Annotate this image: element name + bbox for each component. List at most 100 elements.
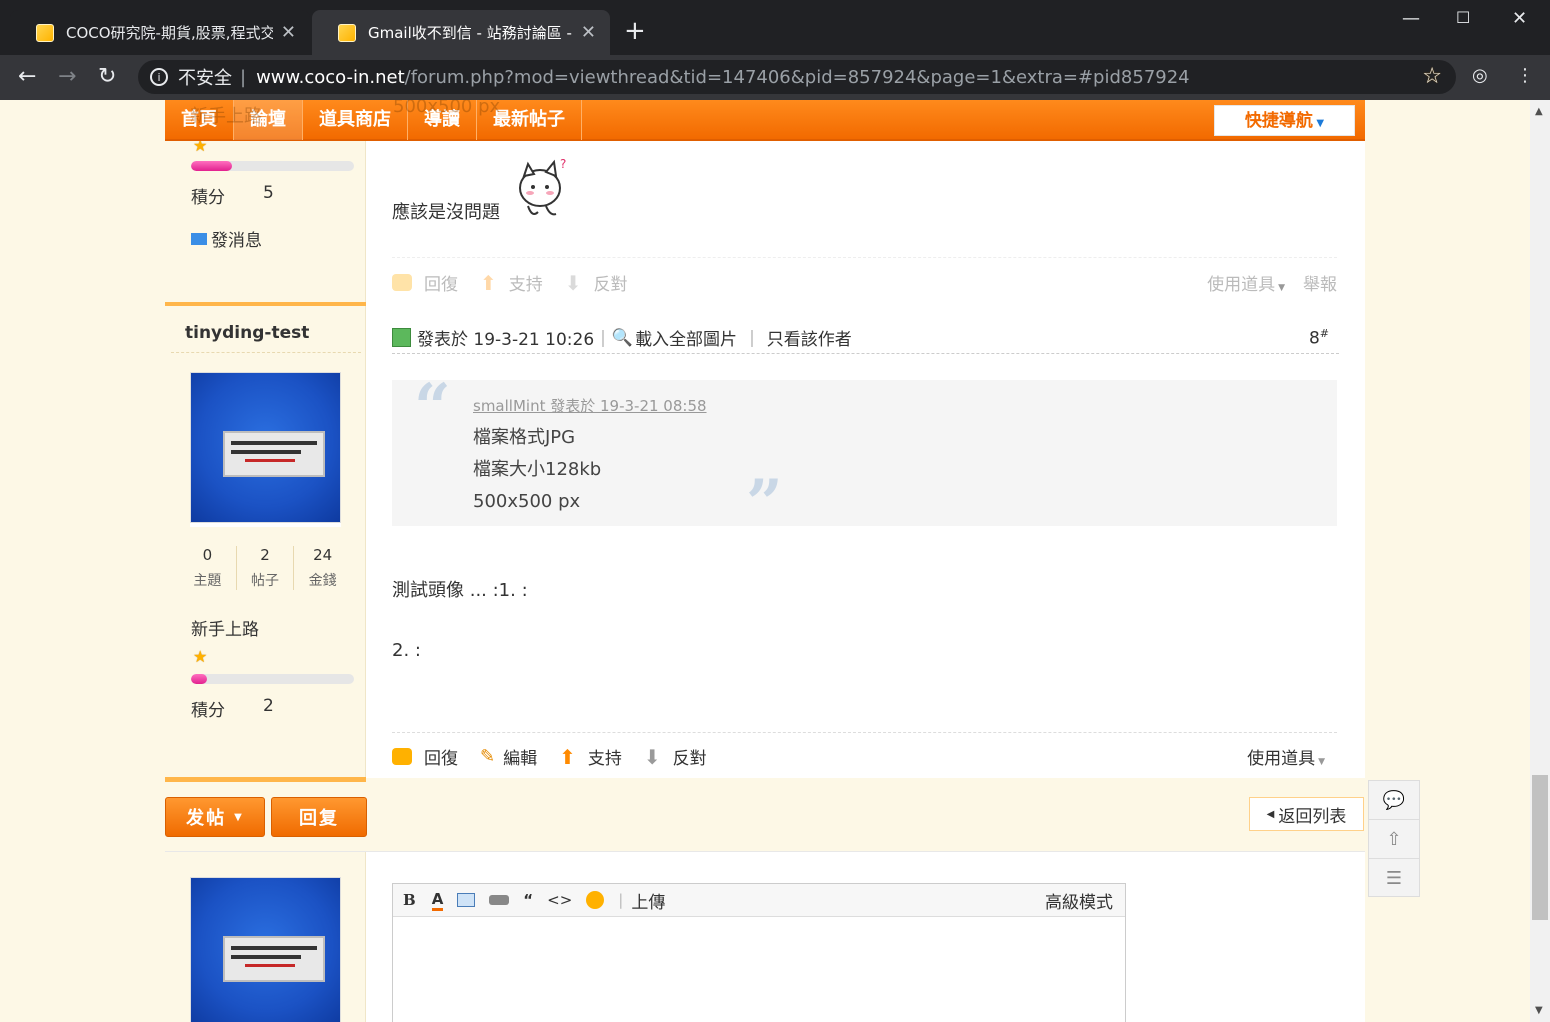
- forward-arrow-icon[interactable]: →: [58, 63, 76, 91]
- close-tab-icon[interactable]: ✕: [281, 22, 296, 43]
- close-tab-icon[interactable]: ✕: [581, 22, 596, 43]
- avatar-line: [231, 441, 317, 445]
- quick-nav-button[interactable]: 快捷導航 ▼: [1214, 105, 1355, 136]
- divider: [392, 732, 1337, 733]
- editor-textarea[interactable]: [393, 917, 1125, 1022]
- points-progress: [191, 161, 354, 171]
- upload-button[interactable]: 上傳: [631, 888, 665, 913]
- page-scrollbar[interactable]: ▲ ▼: [1530, 100, 1550, 1022]
- author-name[interactable]: tinyding-test: [185, 323, 309, 343]
- separator: |: [618, 891, 624, 909]
- oppose-action[interactable]: ⬇ 反對: [644, 744, 707, 770]
- use-item-label: 使用道具: [1207, 275, 1276, 295]
- stat-label: 主題: [193, 573, 222, 589]
- post-separator-bar: [165, 777, 366, 782]
- thumb-up-arrow-icon: ⬆: [559, 744, 576, 769]
- nav-ghost-text: 500x500 px: [393, 100, 501, 117]
- bold-icon[interactable]: B: [403, 891, 416, 909]
- author-only-link[interactable]: 只看該作者: [767, 325, 852, 350]
- smiley-icon[interactable]: [586, 891, 605, 909]
- minimize-icon[interactable]: —: [1402, 8, 1420, 29]
- avatar-line: [231, 450, 301, 454]
- security-label: 不安全: [178, 68, 232, 89]
- avatar[interactable]: [190, 372, 341, 523]
- reply-button[interactable]: 回复: [271, 797, 367, 837]
- code-icon[interactable]: <>: [547, 891, 572, 909]
- advanced-mode-link[interactable]: 高級模式: [1045, 888, 1113, 913]
- tab-coco-home[interactable]: COCO研究院-期貨,股票,程式交易 ✕: [10, 10, 310, 55]
- avatar-line: [245, 459, 295, 462]
- oppose-action[interactable]: ⬇ 反對: [565, 270, 628, 296]
- back-to-list-button[interactable]: ◀ 返回列表: [1249, 797, 1364, 831]
- avatar-card: [223, 431, 325, 477]
- reply-action[interactable]: 回復: [392, 270, 458, 295]
- scroll-thumb[interactable]: [1532, 775, 1548, 920]
- stat-money[interactable]: 24 金錢: [294, 546, 351, 590]
- support-action[interactable]: ⬆ 支持: [480, 270, 543, 296]
- post-text-line: 2. :: [392, 640, 421, 661]
- url-path: /forum.php?mod=viewthread&tid=147406&pid…: [404, 66, 1190, 88]
- close-window-icon[interactable]: ✕: [1512, 8, 1527, 29]
- tab-gmail-thread[interactable]: Gmail收不到信 - 站務討論區 - CO ✕: [312, 10, 610, 55]
- stat-posts[interactable]: 2 帖子: [237, 546, 295, 590]
- magnifier-icon: 🔍: [611, 327, 634, 348]
- chevron-down-icon: ▼: [1312, 118, 1325, 129]
- oppose-label: 反對: [593, 275, 628, 295]
- menu-kebab-icon[interactable]: ⋮: [1516, 65, 1534, 86]
- post-text-line: 測試頭像 ... :1. :: [392, 580, 528, 601]
- use-item-menu[interactable]: 使用道具 ▼: [1247, 744, 1325, 769]
- bookmark-star-icon[interactable]: ☆: [1422, 64, 1442, 89]
- post-meta: 發表於 19-3-21 10:26 | 🔍 載入全部圖片 | 只看該作者 8#: [392, 322, 1339, 354]
- quick-nav-label: 快捷導航: [1244, 111, 1313, 131]
- new-tab-button[interactable]: +: [624, 18, 646, 44]
- avatar-line: [245, 964, 295, 967]
- load-all-images-link[interactable]: 載入全部圖片: [635, 325, 737, 350]
- reply-label: 回復: [424, 749, 458, 769]
- quick-reply-panel: B A “ <> | 上傳 高級模式: [165, 851, 1365, 1022]
- maximize-icon[interactable]: ☐: [1456, 8, 1470, 27]
- points-value: 2: [263, 696, 274, 716]
- address-bar[interactable]: i 不安全 | www.coco-in.net/forum.php?mod=vi…: [138, 60, 1456, 94]
- back-to-list-label: 返回列表: [1278, 806, 1347, 827]
- quote-block: “ ” smallMint 發表於 19-3-21 08:58 檔案格式JPG …: [392, 370, 1337, 541]
- font-color-icon[interactable]: A: [431, 890, 444, 911]
- support-action[interactable]: ⬆ 支持: [559, 744, 622, 770]
- avatar-line: [231, 946, 317, 950]
- use-item-menu[interactable]: 使用道具 ▼: [1207, 270, 1285, 295]
- info-icon[interactable]: i: [150, 68, 168, 86]
- send-message-link[interactable]: 發消息: [191, 226, 262, 251]
- pencil-icon: ✎: [480, 746, 496, 767]
- avatar-card: [223, 936, 325, 982]
- scroll-up-icon[interactable]: ▲: [1535, 106, 1543, 117]
- nav-ghost-text: 新手上路: [190, 106, 262, 127]
- separator: |: [600, 327, 606, 348]
- divider: [392, 257, 1337, 258]
- quote-header[interactable]: smallMint 發表於 19-3-21 08:58: [473, 395, 707, 416]
- support-label: 支持: [587, 749, 622, 769]
- image-icon[interactable]: [457, 893, 476, 907]
- stat-label: 帖子: [251, 573, 279, 589]
- scroll-down-icon[interactable]: ▼: [1535, 1005, 1543, 1016]
- edit-action[interactable]: ✎ 編輯: [480, 744, 537, 769]
- avatar-line: [231, 955, 301, 959]
- link-icon[interactable]: [489, 895, 510, 905]
- avatar[interactable]: [190, 877, 341, 1022]
- back-arrow-icon[interactable]: ←: [18, 63, 36, 91]
- use-item-label: 使用道具: [1247, 749, 1316, 769]
- quote-icon[interactable]: “: [523, 891, 533, 909]
- report-link[interactable]: 舉報: [1303, 270, 1337, 295]
- floor-number[interactable]: 8#: [1309, 327, 1329, 349]
- incognito-icon[interactable]: ◎: [1472, 65, 1488, 86]
- new-post-button[interactable]: 发帖 ▼: [165, 797, 265, 837]
- stat-threads[interactable]: 0 主題: [179, 546, 237, 590]
- page-viewport: ★ 積分 5 發消息 應該是沒問題 ? 回復 ⬆ 支持 ⬇ 反對 使用道具 ▼ …: [0, 100, 1530, 1022]
- back-to-top-icon[interactable]: ⇧: [1369, 820, 1419, 859]
- chevron-down-icon: ▼: [1318, 757, 1325, 767]
- points-progress: [191, 674, 354, 684]
- reply-action[interactable]: 回復: [392, 744, 458, 769]
- list-icon[interactable]: ☰: [1369, 859, 1419, 898]
- points-label: 積分: [191, 701, 225, 721]
- quick-reply-icon[interactable]: 💬: [1369, 781, 1419, 820]
- points-value: 5: [263, 183, 274, 203]
- reload-icon[interactable]: ↻: [98, 63, 116, 91]
